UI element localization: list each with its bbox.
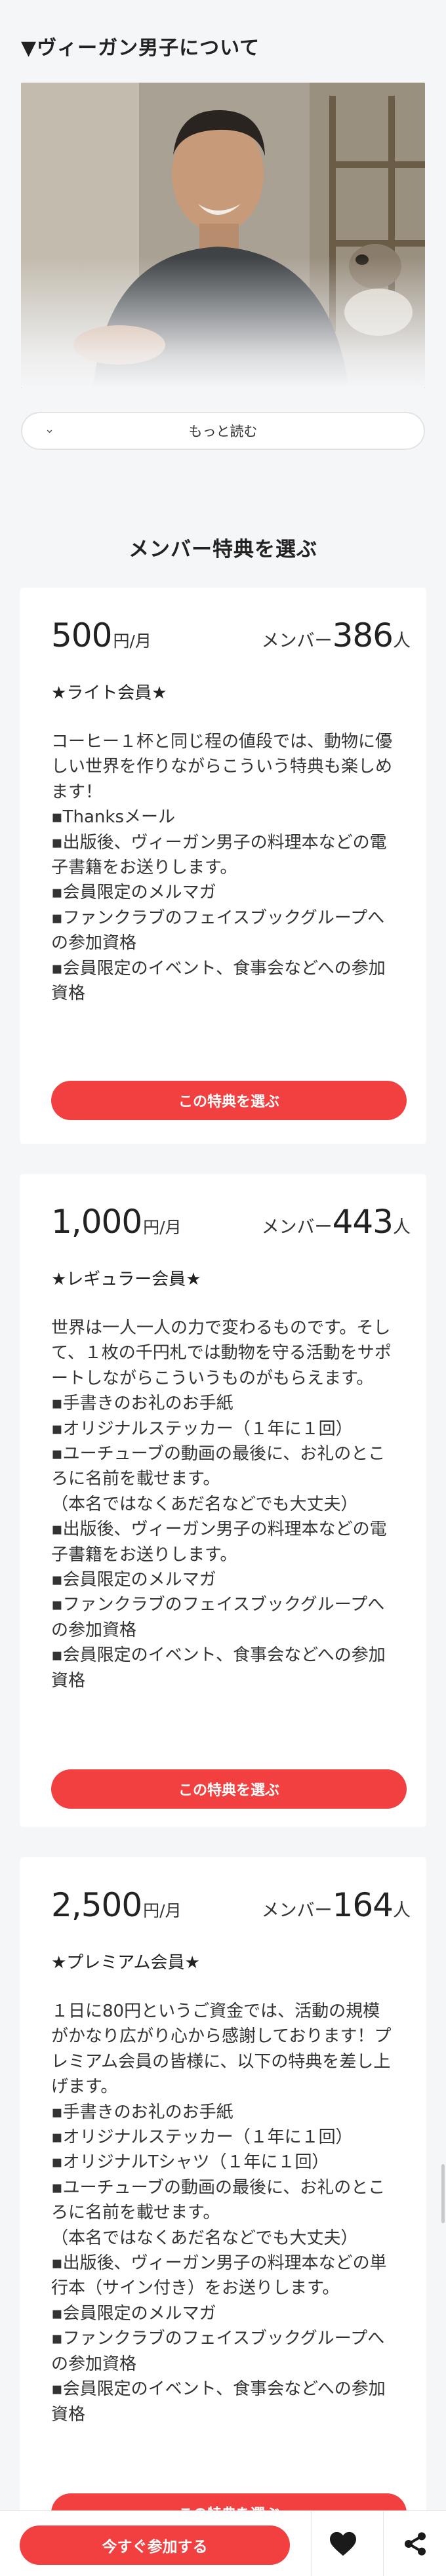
join-now-button[interactable]: 今すぐ参加する [20, 2526, 290, 2565]
plan-members: メンバー164人 [262, 1886, 411, 1924]
plan-card-premium: 2,500円/月 メンバー164人 ★プレミアム会員★ １日に80円というご資金… [20, 1857, 426, 2539]
read-more-button[interactable]: ⌄ もっと読む [21, 412, 425, 450]
members-label: メンバー [261, 1901, 333, 1921]
plan-card-light: 500円/月 メンバー386人 ★ライト会員★ コーヒー１杯と同じ程の値段では、… [20, 588, 426, 1144]
members-count: 443 [332, 1203, 394, 1241]
members-unit: 人 [393, 631, 411, 651]
plan-members: メンバー443人 [262, 1203, 411, 1241]
scrollbar-thumb[interactable] [441, 2164, 445, 2223]
members-unit: 人 [393, 1217, 411, 1238]
share-icon [404, 2532, 426, 2556]
select-plan-button[interactable]: この特典を選ぶ [51, 1769, 407, 1809]
members-count: 386 [332, 616, 394, 654]
members-count: 164 [332, 1886, 394, 1924]
select-plan-button[interactable]: この特典を選ぶ [51, 1081, 407, 1120]
members-label: メンバー [261, 631, 333, 651]
plan-price: 2,500円/月 [51, 1886, 182, 1924]
plan-price-unit: 円/月 [113, 632, 152, 651]
about-title: ▼ヴィーガン男子について [21, 37, 260, 60]
favorite-button[interactable] [311, 2511, 374, 2576]
plan-price: 500円/月 [51, 616, 152, 654]
share-button[interactable] [383, 2511, 446, 2576]
creator-photo [21, 83, 425, 388]
plan-name: ★プレミアム会員★ [51, 1953, 200, 1973]
plan-members: メンバー386人 [262, 616, 411, 654]
plan-name: ★レギュラー会員★ [51, 1270, 201, 1289]
members-unit: 人 [393, 1901, 411, 1921]
heart-icon [329, 2531, 356, 2556]
bottom-action-bar: 今すぐ参加する [0, 2510, 446, 2576]
section-title: メンバー特典を選ぶ [129, 538, 317, 561]
plan-price-unit: 円/月 [143, 1218, 182, 1237]
plan-name: ★ライト会員★ [51, 683, 167, 703]
members-label: メンバー [261, 1217, 333, 1238]
plan-price-unit: 円/月 [143, 1901, 182, 1920]
plan-price-value: 2,500 [51, 1886, 142, 1924]
chevron-down-icon: ⌄ [45, 422, 55, 436]
plan-price-value: 1,000 [51, 1203, 142, 1241]
plan-card-regular: 1,000円/月 メンバー443人 ★レギュラー会員★ 世界は一人一人の力で変わ… [20, 1174, 426, 1827]
plan-description: １日に80円というご資金では、活動の規模 がかなり広がり心から感謝しております！… [51, 2002, 392, 2425]
read-more-label: もっと読む [188, 424, 258, 439]
plan-description: コーヒー１杯と同じ程の値段では、動物に優 しい世界を作りながらこういう特典も楽し… [51, 732, 393, 1004]
plan-price: 1,000円/月 [51, 1203, 182, 1241]
plan-price-value: 500 [51, 616, 112, 654]
plan-description: 世界は一人一人の力で変わるものです。そし て、１枚の千円札では動物を守る活動をサ… [51, 1318, 392, 1691]
